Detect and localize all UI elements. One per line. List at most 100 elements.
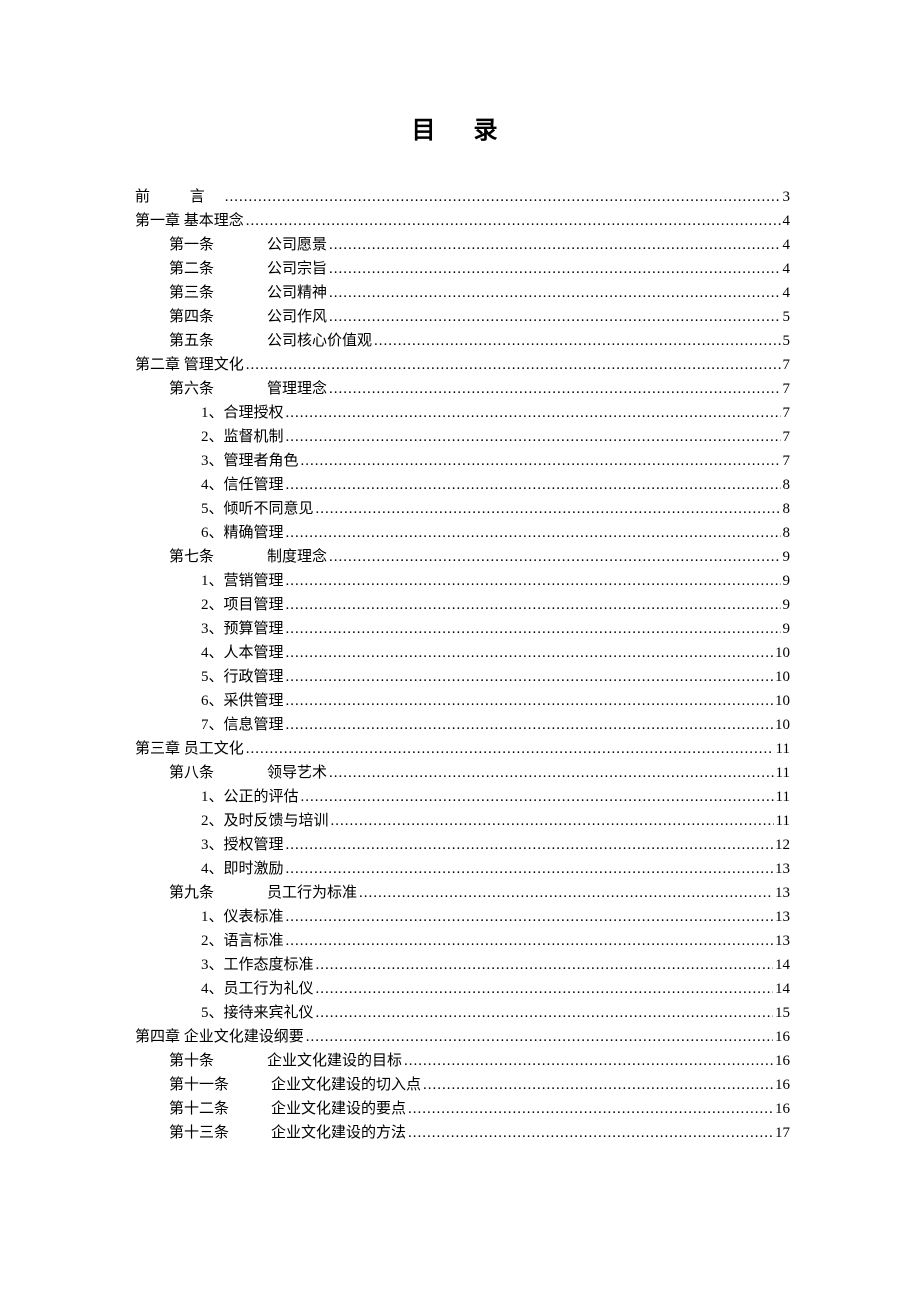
toc-page-number: 7 xyxy=(783,449,791,473)
toc-entry[interactable]: 3、工作态度标准14 xyxy=(135,953,790,977)
toc-leader-dots xyxy=(286,665,773,689)
toc-entry-label: 第六条管理理念 xyxy=(169,377,327,401)
toc-page-number: 7 xyxy=(783,377,791,401)
toc-entry[interactable]: 前 言3 xyxy=(135,185,790,209)
toc-leader-dots xyxy=(316,497,781,521)
toc-entry[interactable]: 5、倾听不同意见8 xyxy=(135,497,790,521)
toc-leader-dots xyxy=(286,689,773,713)
toc-page-number: 11 xyxy=(776,785,790,809)
toc-page-number: 8 xyxy=(783,521,791,545)
toc-article-text: 公司作风 xyxy=(267,309,327,325)
toc-leader-dots xyxy=(329,545,780,569)
toc-leader-dots xyxy=(408,1097,773,1121)
toc-entry[interactable]: 第十条企业文化建设的目标16 xyxy=(135,1049,790,1073)
toc-entry-label: 2、及时反馈与培训 xyxy=(201,809,329,833)
toc-entry[interactable]: 2、监督机制7 xyxy=(135,425,790,449)
toc-leader-dots xyxy=(286,857,773,881)
toc-page-number: 7 xyxy=(783,401,791,425)
toc-entry[interactable]: 第十一条企业文化建设的切入点16 xyxy=(135,1073,790,1097)
toc-entry[interactable]: 3、预算管理9 xyxy=(135,617,790,641)
toc-entry[interactable]: 4、即时激励 13 xyxy=(135,857,790,881)
toc-article-text: 公司愿景 xyxy=(267,237,327,253)
toc-article-text: 领导艺术 xyxy=(267,765,327,781)
toc-page-number: 11 xyxy=(776,737,790,761)
toc-entry[interactable]: 2、项目管理9 xyxy=(135,593,790,617)
toc-entry-label: 第四章 企业文化建设纲要 xyxy=(135,1025,304,1049)
toc-entry-label: 6、采供管理 xyxy=(201,689,284,713)
toc-entry[interactable]: 第九条员工行为标准13 xyxy=(135,881,790,905)
toc-page-number: 13 xyxy=(775,905,790,929)
toc-article-number: 第九条 xyxy=(169,881,229,905)
toc-leader-dots xyxy=(329,377,780,401)
toc-article-number: 第十二条 xyxy=(169,1097,245,1121)
toc-leader-dots xyxy=(246,209,781,233)
toc-entry-label: 前 言 xyxy=(135,185,223,209)
toc-entry[interactable]: 第十三条企业文化建设的方法17 xyxy=(135,1121,790,1145)
toc-page-number: 4 xyxy=(783,233,791,257)
toc-entry-label: 3、预算管理 xyxy=(201,617,284,641)
toc-leader-dots xyxy=(286,713,773,737)
toc-entry[interactable]: 3、授权管理12 xyxy=(135,833,790,857)
toc-entry-label: 第七条制度理念 xyxy=(169,545,327,569)
toc-entry-label: 第四条公司作风 xyxy=(169,305,327,329)
toc-entry[interactable]: 第三条公司精神4 xyxy=(135,281,790,305)
toc-entry[interactable]: 第二章 管理文化7 xyxy=(135,353,790,377)
toc-leader-dots xyxy=(329,305,780,329)
toc-entry[interactable]: 4、员工行为礼仪14 xyxy=(135,977,790,1001)
toc-page-number: 12 xyxy=(775,833,790,857)
toc-entry[interactable]: 第二条公司宗旨4 xyxy=(135,257,790,281)
toc-entry-label: 5、倾听不同意见 xyxy=(201,497,314,521)
toc-page-number: 4 xyxy=(783,257,791,281)
toc-entry-label: 4、即时激励 xyxy=(201,857,284,881)
toc-entry-label: 4、信任管理 xyxy=(201,473,284,497)
toc-entry[interactable]: 1、合理授权7 xyxy=(135,401,790,425)
toc-entry[interactable]: 4、人本管理10 xyxy=(135,641,790,665)
toc-entry[interactable]: 5、接待来宾礼仪 15 xyxy=(135,1001,790,1025)
toc-page-number: 5 xyxy=(783,329,791,353)
toc-entry[interactable]: 第三章 员工文化 11 xyxy=(135,737,790,761)
toc-entry[interactable]: 1、仪表标准13 xyxy=(135,905,790,929)
toc-page-number: 17 xyxy=(775,1121,790,1145)
toc-article-number: 第三条 xyxy=(169,281,229,305)
toc-entry[interactable]: 第一章 基本理念4 xyxy=(135,209,790,233)
toc-entry[interactable]: 第一条公司愿景4 xyxy=(135,233,790,257)
toc-entry[interactable]: 1、公正的评估 11 xyxy=(135,785,790,809)
toc-entry[interactable]: 5、行政管理10 xyxy=(135,665,790,689)
toc-page-number: 13 xyxy=(775,929,790,953)
toc-entry[interactable]: 2、及时反馈与培训 11 xyxy=(135,809,790,833)
toc-entry[interactable]: 1、营销管理9 xyxy=(135,569,790,593)
toc-entry[interactable]: 第十二条企业文化建设的要点16 xyxy=(135,1097,790,1121)
toc-entry[interactable]: 第八条领导艺术11 xyxy=(135,761,790,785)
table-of-contents: 前 言3第一章 基本理念4第一条公司愿景4第二条公司宗旨4第三条公司精神4第四条… xyxy=(135,185,790,1145)
toc-leader-dots xyxy=(286,617,781,641)
toc-page-number: 10 xyxy=(775,641,790,665)
toc-entry[interactable]: 第四条公司作风5 xyxy=(135,305,790,329)
toc-entry[interactable]: 第六条管理理念 7 xyxy=(135,377,790,401)
toc-entry-label: 7、信息管理 xyxy=(201,713,284,737)
toc-entry[interactable]: 第四章 企业文化建设纲要16 xyxy=(135,1025,790,1049)
toc-article-text: 公司宗旨 xyxy=(267,261,327,277)
toc-article-number: 第五条 xyxy=(169,329,229,353)
toc-leader-dots xyxy=(286,833,773,857)
toc-entry-label: 5、接待来宾礼仪 xyxy=(201,1001,314,1025)
toc-entry[interactable]: 7、信息管理10 xyxy=(135,713,790,737)
toc-entry[interactable]: 6、精确管理8 xyxy=(135,521,790,545)
toc-page-number: 15 xyxy=(775,1001,790,1025)
toc-entry-label: 第三章 员工文化 xyxy=(135,737,244,761)
toc-page-number: 11 xyxy=(776,809,790,833)
toc-entry[interactable]: 2、语言标准13 xyxy=(135,929,790,953)
toc-entry[interactable]: 3、管理者角色 7 xyxy=(135,449,790,473)
toc-page-number: 9 xyxy=(783,545,791,569)
toc-entry-label: 第八条领导艺术 xyxy=(169,761,327,785)
toc-page-number: 13 xyxy=(775,857,790,881)
toc-page-number: 16 xyxy=(775,1097,790,1121)
toc-entry-label: 3、管理者角色 xyxy=(201,449,299,473)
toc-entry-label: 第五条公司核心价值观 xyxy=(169,329,372,353)
toc-entry[interactable]: 第七条制度理念 9 xyxy=(135,545,790,569)
toc-entry[interactable]: 6、采供管理10 xyxy=(135,689,790,713)
toc-entry[interactable]: 第五条公司核心价值观 5 xyxy=(135,329,790,353)
toc-leader-dots xyxy=(408,1121,773,1145)
toc-entry[interactable]: 4、信任管理8 xyxy=(135,473,790,497)
toc-entry-label: 1、公正的评估 xyxy=(201,785,299,809)
toc-leader-dots xyxy=(329,233,780,257)
